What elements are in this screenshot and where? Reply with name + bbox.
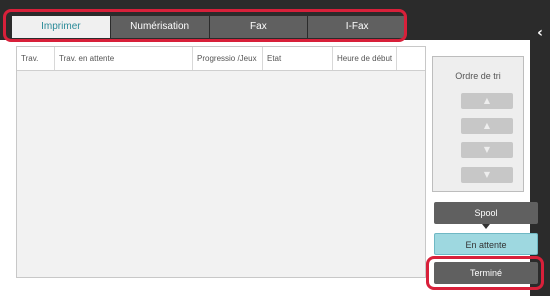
- collapse-arrow-icon[interactable]: ‹: [530, 22, 550, 44]
- sort-order-panel: Ordre de tri ▲ ▲ ▼ ▼: [432, 56, 524, 192]
- tab-bar: Imprimer Numérisation Fax I-Fax: [0, 0, 530, 40]
- job-type-tabs: Imprimer Numérisation Fax I-Fax: [12, 16, 406, 38]
- tab-scan[interactable]: Numérisation: [110, 16, 210, 38]
- sort-down-bottom-button[interactable]: ▼: [461, 167, 513, 183]
- column-header-waiting-jobs: Trav. en attente: [55, 47, 193, 70]
- tab-fax[interactable]: Fax: [209, 16, 309, 38]
- column-header-progress: Progressio /Jeux: [193, 47, 263, 70]
- sort-up-button[interactable]: ▲: [461, 118, 513, 134]
- completed-button[interactable]: Terminé: [434, 262, 538, 284]
- selection-caret-icon: [482, 224, 490, 229]
- waiting-button[interactable]: En attente: [434, 233, 538, 255]
- column-header-spacer: [397, 47, 425, 70]
- column-header-status: Etat: [263, 47, 333, 70]
- sort-up-top-button[interactable]: ▲: [461, 93, 513, 109]
- sort-order-title: Ordre de tri: [455, 71, 501, 81]
- job-status-screen: Imprimer Numérisation Fax I-Fax ‹ Trav. …: [0, 0, 550, 296]
- spool-button[interactable]: Spool: [434, 202, 538, 224]
- table-header: Trav. Trav. en attente Progressio /Jeux …: [17, 47, 425, 71]
- tab-print[interactable]: Imprimer: [12, 16, 111, 38]
- sort-down-button[interactable]: ▼: [461, 142, 513, 158]
- tab-ifax[interactable]: I-Fax: [308, 16, 406, 38]
- column-header-job: Trav.: [17, 47, 55, 70]
- job-list-table: Trav. Trav. en attente Progressio /Jeux …: [16, 46, 426, 278]
- column-header-start-time: Heure de début: [333, 47, 397, 70]
